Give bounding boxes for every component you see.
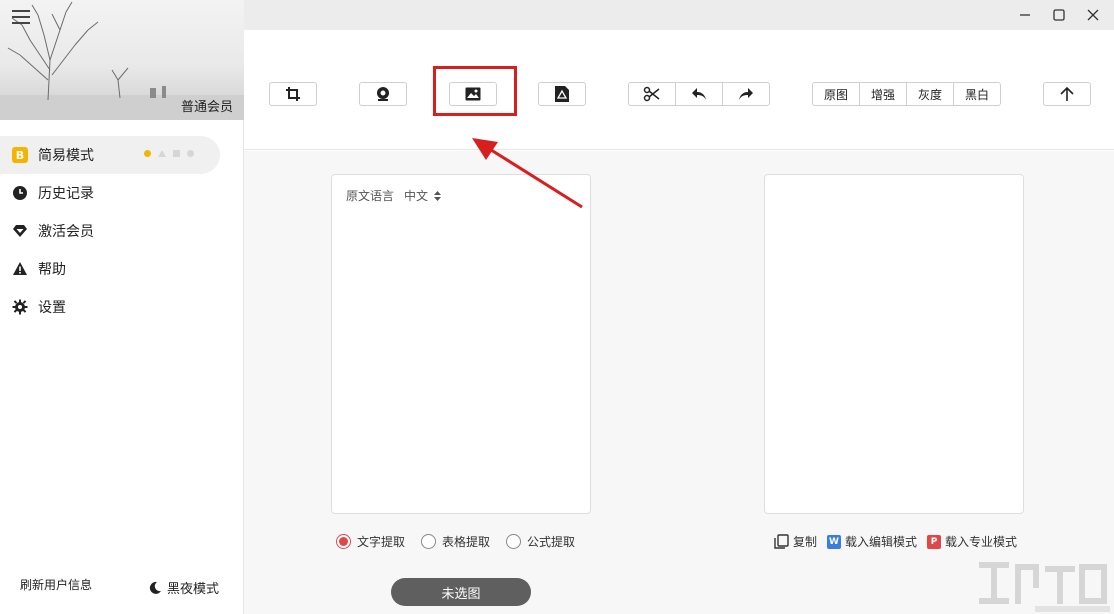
cut-button[interactable] xyxy=(629,83,676,105)
camera-button[interactable] xyxy=(359,82,407,106)
sort-arrows-icon xyxy=(434,190,442,201)
radio-circle xyxy=(336,534,351,549)
sidebar-nav: B 简易模式 历史记录 激活会员 帮助 设置 xyxy=(0,136,244,326)
redo-icon xyxy=(739,88,753,100)
undo-icon xyxy=(692,88,706,100)
pro-doc-icon: P xyxy=(927,534,942,549)
extract-formula-radio[interactable]: 公式提取 xyxy=(506,533,575,550)
sidebar-item-label: 简易模式 xyxy=(38,148,94,164)
square-dot-icon xyxy=(173,150,180,157)
window-titlebar xyxy=(244,0,1114,30)
word-doc-icon: W xyxy=(827,534,842,549)
image-filter-group: 原图 增强 灰度 黑白 xyxy=(812,82,1001,106)
clock-icon xyxy=(12,185,28,201)
radio-circle xyxy=(421,534,437,549)
sidebar-item-label: 帮助 xyxy=(38,262,66,278)
crop-button[interactable] xyxy=(269,82,317,106)
annotation-arrow-icon xyxy=(472,138,583,209)
radio-circle xyxy=(506,534,522,549)
sidebar-item-settings[interactable]: 设置 xyxy=(0,288,244,326)
sidebar-item-label: 设置 xyxy=(38,300,66,316)
sidebar-item-activate-member[interactable]: 激活会员 xyxy=(0,212,244,250)
filter-bw-button[interactable]: 黑白 xyxy=(954,83,1000,105)
circle-dot-icon xyxy=(144,150,151,157)
mode-indicator xyxy=(144,150,194,157)
webcam-icon xyxy=(377,87,389,101)
profile-banner: 普通会员 xyxy=(0,0,244,120)
load-pro-mode-button[interactable]: P 载入专业模式 xyxy=(927,533,1017,550)
load-edit-mode-button[interactable]: W 载入编辑模式 xyxy=(827,533,917,550)
result-text-panel[interactable] xyxy=(764,174,1024,514)
site-watermark-logo xyxy=(979,562,1110,612)
source-language-value: 中文 xyxy=(404,189,429,203)
filter-original-button[interactable]: 原图 xyxy=(813,83,860,105)
gear-icon xyxy=(12,299,28,315)
source-language-select[interactable]: 中文 xyxy=(404,187,442,204)
pdf-icon xyxy=(555,86,569,102)
copy-label: 复制 xyxy=(793,535,818,549)
extract-mode-group: 文字提取 表格提取 公式提取 xyxy=(336,533,575,550)
sidebar-item-simple-mode[interactable]: B 简易模式 xyxy=(0,136,220,174)
toolbar: 原图 增强 灰度 黑白 xyxy=(244,30,1114,150)
hamburger-menu-icon[interactable] xyxy=(12,10,30,24)
warning-icon xyxy=(12,261,28,277)
close-icon[interactable] xyxy=(1084,6,1102,24)
sidebar: 普通会员 B 简易模式 历史记录 激活会员 帮助 设置 刷新用户信息 黑夜模式 xyxy=(0,0,244,614)
circle-dot-icon xyxy=(187,150,194,157)
radio-label: 文字提取 xyxy=(357,535,406,549)
edit-tools-group xyxy=(628,82,770,106)
extract-table-radio[interactable]: 表格提取 xyxy=(421,533,490,550)
source-language-row: 原文语言 中文 xyxy=(346,187,442,204)
night-mode-toggle[interactable]: 黑夜模式 xyxy=(148,578,219,597)
crop-icon xyxy=(286,87,300,101)
source-text-panel[interactable]: 原文语言 中文 xyxy=(331,174,591,514)
radio-label: 公式提取 xyxy=(527,535,576,549)
night-mode-label: 黑夜模式 xyxy=(167,582,220,597)
undo-button[interactable] xyxy=(676,83,723,105)
result-actions: 复制 W 载入编辑模式 P 载入专业模式 xyxy=(774,533,1017,550)
sidebar-item-help[interactable]: 帮助 xyxy=(0,250,244,288)
extract-text-radio[interactable]: 文字提取 xyxy=(336,533,405,550)
triangle-dot-icon xyxy=(158,150,166,157)
copy-button[interactable]: 复制 xyxy=(774,533,817,550)
scissors-icon xyxy=(643,86,660,102)
refresh-user-info-link[interactable]: 刷新用户信息 xyxy=(20,576,92,593)
sidebar-item-label: 激活会员 xyxy=(38,224,94,240)
copy-icon xyxy=(774,534,789,549)
no-image-selected-button[interactable]: 未选图 xyxy=(391,578,531,606)
open-pdf-button[interactable] xyxy=(538,82,586,106)
filter-grayscale-button[interactable]: 灰度 xyxy=(907,83,954,105)
minimize-icon[interactable] xyxy=(1016,6,1034,24)
sidebar-item-history[interactable]: 历史记录 xyxy=(0,174,244,212)
annotation-highlight-box xyxy=(433,66,517,116)
arrow-up-icon xyxy=(1060,86,1074,101)
load-pro-mode-label: 载入专业模式 xyxy=(945,535,1018,549)
b-badge-icon: B xyxy=(12,147,28,163)
redo-button[interactable] xyxy=(723,83,769,105)
maximize-icon[interactable] xyxy=(1050,6,1068,24)
load-edit-mode-label: 载入编辑模式 xyxy=(845,535,918,549)
source-language-label: 原文语言 xyxy=(346,189,395,203)
moon-icon xyxy=(149,581,161,594)
radio-label: 表格提取 xyxy=(442,535,491,549)
filter-enhance-button[interactable]: 增强 xyxy=(860,83,907,105)
member-level-label: 普通会员 xyxy=(180,100,233,115)
upload-button[interactable] xyxy=(1043,82,1091,106)
sidebar-item-label: 历史记录 xyxy=(38,186,94,202)
diamond-icon xyxy=(12,223,28,239)
